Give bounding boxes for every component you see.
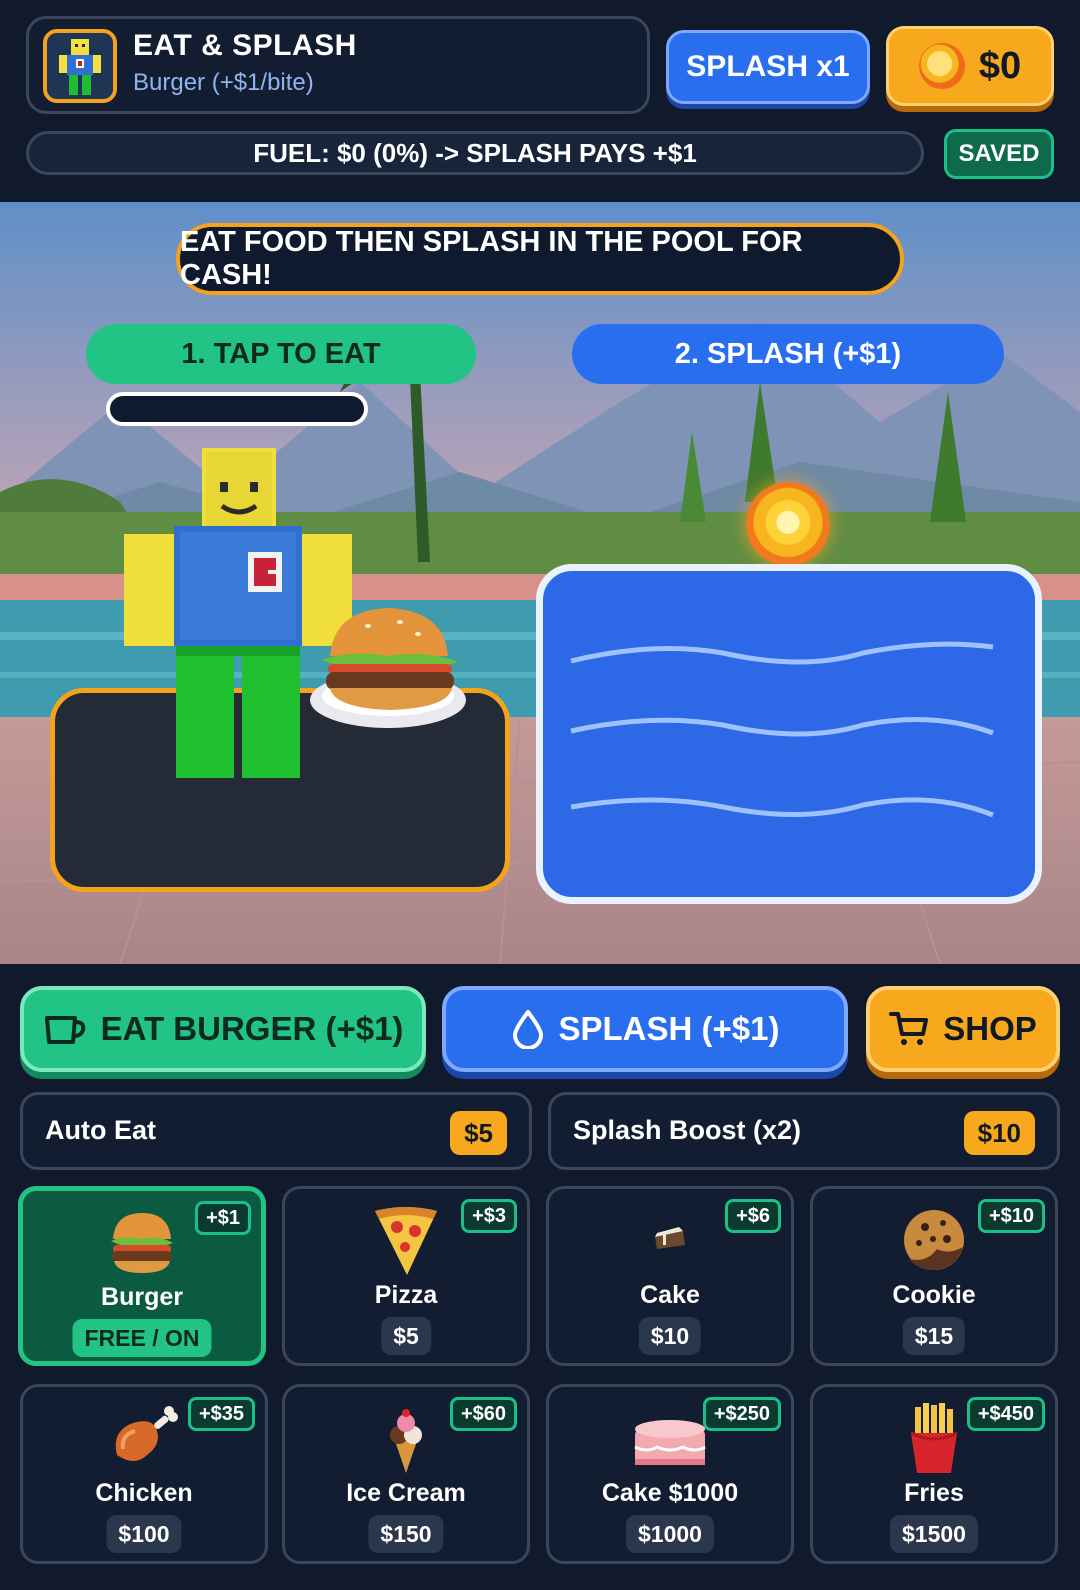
auto-eat-upgrade[interactable]: Auto Eat $5	[20, 1092, 532, 1170]
food-bonus: +$10	[977, 1199, 1045, 1233]
cookie-icon	[904, 1210, 964, 1271]
cash-amount: $0	[978, 44, 1022, 87]
splash-step[interactable]: 2. SPLASH (+$1)	[572, 324, 1004, 384]
current-food-subtitle: Burger (+$1/bite)	[133, 69, 314, 96]
upgrade-label: Auto Eat	[45, 1115, 156, 1145]
water-drop-icon	[512, 1010, 543, 1049]
food-bonus: +$450	[966, 1397, 1045, 1431]
food-bonus: +$3	[461, 1199, 517, 1233]
food-price: $150	[368, 1515, 444, 1553]
eat-burger-label: EAT BURGER (+$1)	[100, 1010, 404, 1047]
tap-to-eat-step[interactable]: 1. TAP TO EAT	[86, 324, 476, 384]
fries-icon	[910, 1403, 958, 1473]
cash-counter-button[interactable]: $0	[886, 26, 1054, 106]
food-name: Fries	[904, 1479, 964, 1507]
food-card-chicken[interactable]: +$35 Chicken $100	[20, 1384, 268, 1564]
eat-progress-bar	[106, 392, 368, 426]
cup-icon	[44, 1016, 85, 1044]
burger-icon	[111, 1213, 173, 1273]
food-name: Cake	[640, 1281, 700, 1309]
game-title-card: EAT & SPLASH Burger (+$1/bite)	[26, 16, 650, 114]
character-avatar-icon	[47, 33, 113, 99]
cake-slice-icon	[655, 1227, 685, 1249]
food-name: Pizza	[374, 1281, 438, 1309]
fuel-bar: FUEL: $0 (0%) -> SPLASH PAYS +$1	[26, 131, 924, 175]
pool-waves	[570, 641, 994, 818]
splash-multiplier-button[interactable]: SPLASH x1	[666, 30, 870, 104]
food-name: Chicken	[95, 1479, 193, 1507]
food-price: $100	[106, 1515, 182, 1553]
splash-pool[interactable]	[536, 564, 1042, 904]
food-name: Cake $1000	[601, 1479, 739, 1507]
big-cake-icon	[634, 1420, 706, 1465]
instruction-banner: EAT FOOD THEN SPLASH IN THE POOL FOR CAS…	[176, 223, 904, 295]
floating-coin-icon[interactable]	[746, 482, 830, 566]
food-price: $10	[638, 1317, 702, 1355]
food-card-big-cake[interactable]: +$250 Cake $1000 $1000	[546, 1384, 794, 1564]
top-bar: EAT & SPLASH Burger (+$1/bite) SPLASH x1…	[0, 0, 1080, 198]
upgrade-price[interactable]: $10	[963, 1111, 1035, 1155]
coin-icon	[918, 43, 965, 89]
ice-cream-icon	[390, 1409, 422, 1473]
upgrade-price[interactable]: $5	[450, 1111, 507, 1155]
food-price: $1000	[626, 1515, 714, 1553]
food-bonus: +$6	[725, 1199, 781, 1233]
burger-on-plate-icon[interactable]	[308, 604, 474, 732]
avatar	[43, 29, 117, 103]
chicken-leg-icon	[115, 1406, 178, 1461]
shop-button[interactable]: SHOP	[866, 986, 1060, 1072]
food-bonus: +$35	[187, 1397, 255, 1431]
controls-panel: EAT BURGER (+$1) SPLASH (+$1) SHOP Auto …	[0, 964, 1080, 1590]
food-card-cake[interactable]: +$6 Cake $10	[546, 1186, 794, 1366]
fuel-text: FUEL: $0 (0%) -> SPLASH PAYS +$1	[253, 137, 697, 168]
food-card-cookie[interactable]: +$10 Cookie $15	[810, 1186, 1058, 1366]
food-price: $5	[381, 1317, 431, 1355]
food-card-fries[interactable]: +$450 Fries $1500	[810, 1384, 1058, 1564]
food-name: Cookie	[892, 1281, 976, 1309]
food-price: $15	[902, 1317, 966, 1355]
pizza-icon	[375, 1207, 437, 1275]
shop-label: SHOP	[943, 1010, 1037, 1047]
food-bonus: +$1	[195, 1201, 251, 1235]
food-name: Ice Cream	[346, 1479, 466, 1507]
splash-boost-upgrade[interactable]: Splash Boost (x2) $10	[548, 1092, 1060, 1170]
upgrade-label: Splash Boost (x2)	[573, 1115, 802, 1145]
food-price: $1500	[890, 1515, 978, 1553]
food-price: FREE / ON	[72, 1319, 212, 1357]
food-name: Burger	[101, 1283, 183, 1311]
game-title: EAT & SPLASH	[133, 29, 357, 62]
food-card-pizza[interactable]: +$3 Pizza $5	[282, 1186, 530, 1366]
saved-badge: SAVED	[944, 129, 1054, 179]
food-card-burger[interactable]: +$1 Burger FREE / ON	[18, 1186, 266, 1366]
splash-button[interactable]: SPLASH (+$1)	[442, 986, 848, 1072]
splash-label: SPLASH (+$1)	[558, 1010, 780, 1047]
eat-burger-button[interactable]: EAT BURGER (+$1)	[20, 986, 426, 1072]
food-card-ice-cream[interactable]: +$60 Ice Cream $150	[282, 1384, 530, 1564]
cart-icon	[889, 1012, 929, 1045]
game-scene: EAT FOOD THEN SPLASH IN THE POOL FOR CAS…	[0, 202, 1080, 964]
food-bonus: +$250	[702, 1397, 781, 1431]
food-bonus: +$60	[449, 1397, 517, 1431]
